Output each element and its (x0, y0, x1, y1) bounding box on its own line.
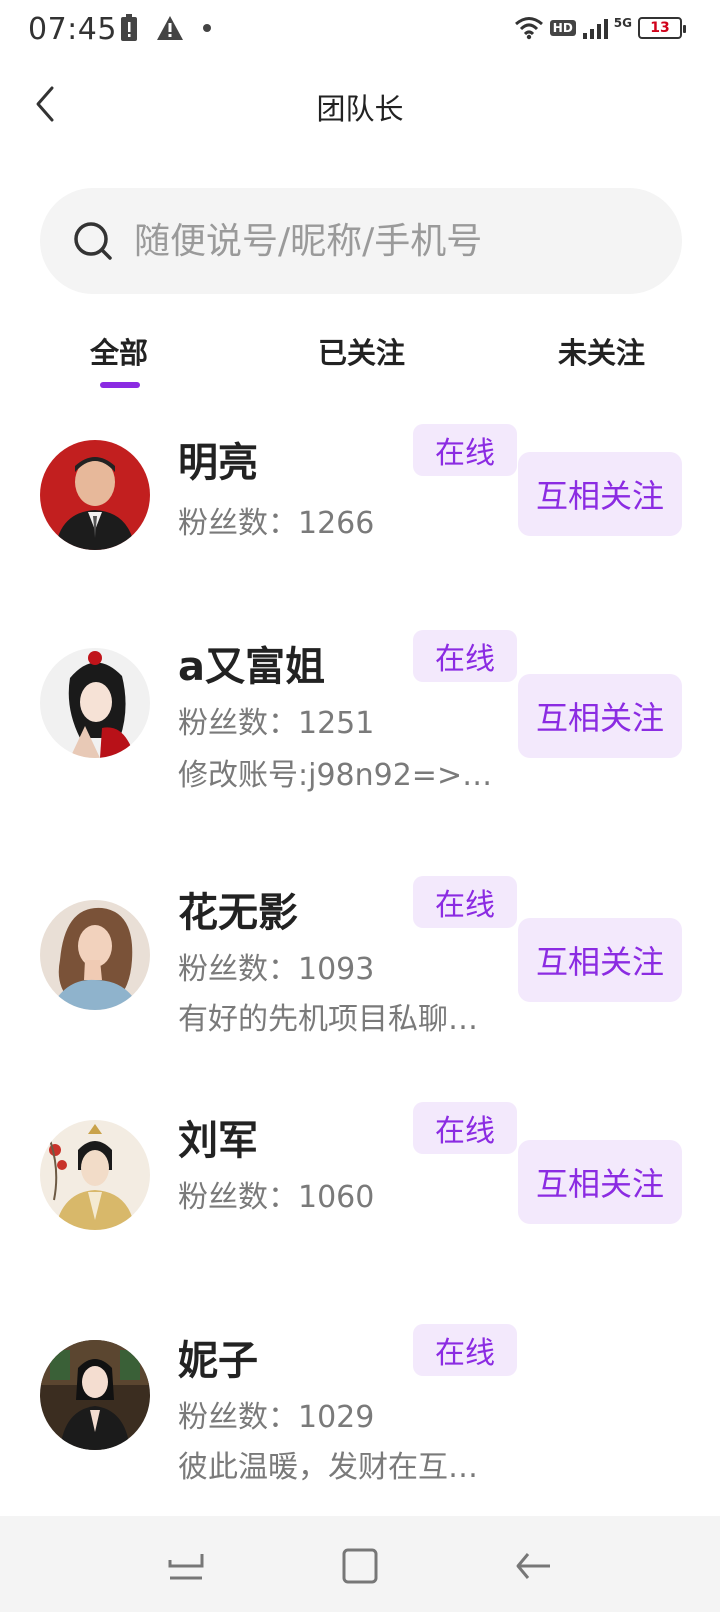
dot-icon (203, 24, 211, 32)
user-bio: 有好的先机项目私聊… (178, 1002, 478, 1037)
status-right-icons: HD 5G 13 (514, 16, 686, 40)
warning-icon (157, 16, 183, 40)
network-type: 5G (613, 16, 632, 30)
home-icon (342, 1548, 378, 1584)
tab-all[interactable]: 全部 (90, 330, 148, 372)
online-badge: 在线 (413, 1102, 517, 1154)
avatar[interactable] (40, 1120, 150, 1230)
fans-count: 粉丝数：1251 (178, 706, 375, 741)
avatar[interactable] (40, 900, 150, 1010)
status-bar: 07:45 HD 5G 13 (0, 0, 720, 62)
tab-bar: 全部 已关注 未关注 (0, 330, 720, 390)
avatar-image (40, 440, 150, 550)
tab-not-followed[interactable]: 未关注 (558, 330, 645, 372)
user-name: 妮子 (178, 1338, 258, 1384)
hd-badge: HD (549, 20, 576, 36)
search-input[interactable] (134, 220, 654, 262)
recent-apps-button[interactable] (166, 1546, 206, 1586)
user-bio: 彼此温暖，发财在互… (178, 1450, 478, 1485)
fans-count: 粉丝数：1266 (178, 506, 375, 541)
avatar[interactable] (40, 440, 150, 550)
signal-icon (582, 19, 608, 39)
back-icon (516, 1553, 550, 1579)
user-name: 刘军 (178, 1118, 258, 1164)
online-badge: 在线 (413, 1324, 517, 1376)
home-button[interactable] (340, 1546, 380, 1586)
search-box[interactable] (40, 188, 682, 294)
search-icon (74, 222, 112, 260)
wifi-icon (514, 17, 543, 40)
user-bio: 修改账号:j98n92=>1… (178, 758, 498, 793)
list-item[interactable]: a又富姐 在线 粉丝数：1251 修改账号:j98n92=>1… 互相关注 (0, 630, 720, 838)
avatar[interactable] (40, 648, 150, 758)
avatar-image (40, 1120, 150, 1230)
battery-level: 13 (650, 20, 670, 36)
mutual-follow-button[interactable]: 互相关注 (518, 674, 682, 758)
battery-indicator: 13 (638, 17, 686, 39)
online-badge: 在线 (413, 876, 517, 928)
avatar[interactable] (40, 1340, 150, 1450)
list-item[interactable]: 花无影 在线 粉丝数：1093 有好的先机项目私聊… 互相关注 (0, 876, 720, 1090)
status-time: 07:45 (28, 12, 117, 47)
user-name: 花无影 (178, 890, 298, 936)
list-item[interactable]: 刘军 在线 粉丝数：1060 互相关注 (0, 1102, 720, 1320)
fans-count: 粉丝数：1029 (178, 1400, 375, 1435)
user-name: a又富姐 (178, 644, 325, 690)
recent-apps-icon (168, 1554, 204, 1580)
mutual-follow-button[interactable]: 互相关注 (518, 1140, 682, 1224)
fans-count: 粉丝数：1060 (178, 1180, 375, 1215)
avatar-image (40, 648, 150, 758)
mutual-follow-button[interactable]: 互相关注 (518, 918, 682, 1002)
header: 团队长 (0, 70, 720, 140)
page-title: 团队长 (316, 92, 404, 126)
tab-followed[interactable]: 已关注 (318, 330, 405, 372)
system-back-button[interactable] (514, 1546, 554, 1586)
fans-count: 粉丝数：1093 (178, 952, 375, 987)
list-item[interactable]: 明亮 在线 粉丝数：1266 互相关注 (0, 424, 720, 630)
status-notification-icons (120, 14, 212, 42)
avatar-image (40, 1340, 150, 1450)
tab-active-indicator (100, 382, 140, 388)
online-badge: 在线 (413, 630, 517, 682)
system-nav-bar (0, 1516, 720, 1612)
user-name: 明亮 (178, 440, 258, 486)
avatar-image (40, 900, 150, 1010)
online-badge: 在线 (413, 424, 517, 476)
list-item[interactable]: 妮子 在线 粉丝数：1029 彼此温暖，发财在互… (0, 1324, 720, 1540)
mutual-follow-button[interactable]: 互相关注 (518, 452, 682, 536)
battery-alert-icon (121, 14, 137, 41)
